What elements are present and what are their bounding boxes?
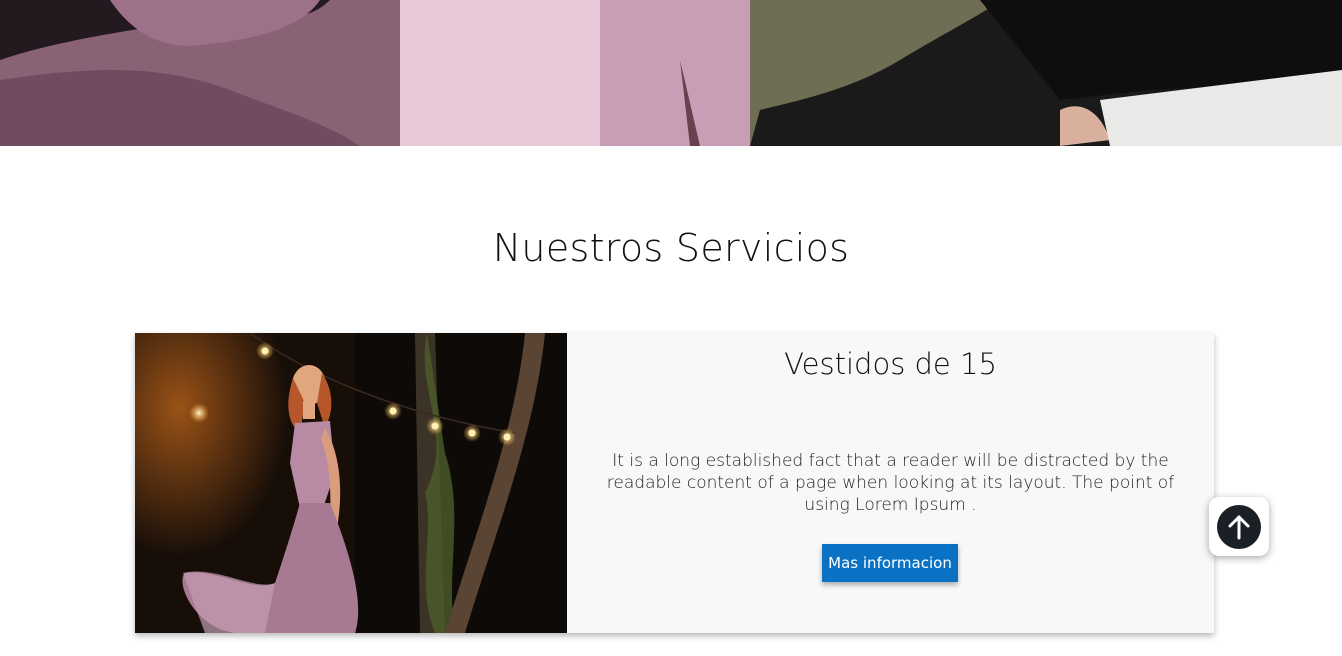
hero-banner — [0, 0, 1342, 146]
service-card-description: It is a long established fact that a rea… — [606, 451, 1175, 515]
hero-banner-image — [0, 0, 1342, 146]
quinceanera-dress-photo — [135, 333, 567, 633]
service-card-title: Vestidos de 15 — [784, 347, 997, 381]
more-info-button[interactable]: Mas informacion — [822, 544, 958, 582]
scroll-to-top-circle — [1217, 504, 1261, 549]
arrow-up-icon — [1228, 515, 1250, 539]
service-card-body: Vestidos de 15 It is a long established … — [567, 333, 1214, 633]
section-title: Nuestros Servicios — [492, 226, 850, 270]
service-card: Vestidos de 15 It is a long established … — [135, 333, 1214, 633]
service-card-image — [135, 333, 567, 633]
scroll-to-top-button[interactable] — [1209, 497, 1269, 556]
